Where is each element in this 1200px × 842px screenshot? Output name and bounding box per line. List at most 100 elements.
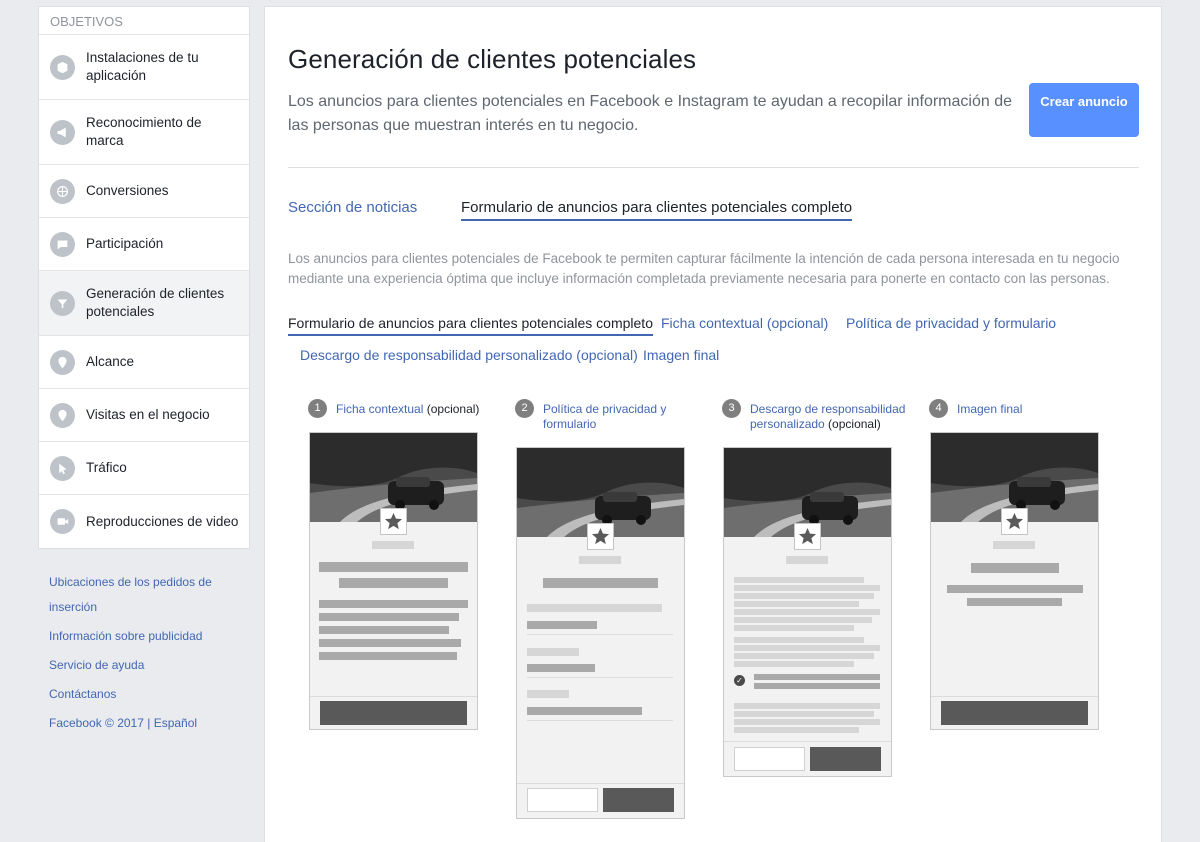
placeholder-line (319, 652, 457, 660)
cancel-button-placeholder (734, 747, 805, 771)
placeholder-line (734, 661, 854, 667)
cursor-icon (50, 455, 75, 481)
placeholder-line (734, 601, 859, 607)
step-number: 4 (929, 399, 948, 418)
divider (517, 783, 684, 784)
video-camera-icon (50, 509, 75, 534)
location-icon (50, 349, 75, 375)
step-label: Descargo de responsabilidad personalizad… (750, 402, 910, 432)
page-avatar (380, 508, 407, 535)
placeholder-line (734, 719, 880, 725)
subtab-full-form[interactable]: Formulario de anuncios para clientes pot… (288, 315, 653, 336)
placeholder-line (993, 541, 1035, 549)
phone-preview-disclaimer: ✓ (723, 447, 892, 777)
footer-links: Ubicaciones de los pedidos de inserción … (49, 570, 239, 740)
sidebar-item-video-views[interactable]: Reproducciones de video (39, 495, 249, 548)
placeholder-line (527, 664, 595, 672)
sidebar-item-traffic[interactable]: Tráfico (39, 442, 249, 495)
tab-news-feed[interactable]: Sección de noticias (288, 199, 417, 219)
sidebar-item-brand-awareness[interactable]: Reconocimiento de marca (39, 100, 249, 165)
placeholder-line (319, 639, 461, 647)
placeholder-line (971, 563, 1059, 573)
step-number: 2 (515, 399, 534, 418)
footer-link-insertion-orders[interactable]: Ubicaciones de los pedidos de inserción (49, 570, 239, 620)
placeholder-line (947, 585, 1083, 593)
placeholder-line (319, 562, 468, 572)
sidebar-item-label: Tráfico (86, 460, 127, 475)
divider (527, 720, 673, 721)
placeholder-line (319, 613, 459, 621)
footer-link-help-center[interactable]: Servicio de ayuda (49, 653, 239, 678)
sidebar-item-label: Visitas en el negocio (86, 407, 210, 422)
placeholder-line (734, 593, 874, 599)
step-link-privacy-form[interactable]: Política de privacidad y formulario (543, 402, 666, 431)
phone-preview-context-card (309, 432, 478, 730)
sidebar-item-reach[interactable]: Alcance (39, 336, 249, 389)
funnel-icon (50, 290, 75, 316)
submit-button-placeholder (810, 747, 881, 771)
placeholder-line (543, 578, 658, 588)
cta-button-placeholder (320, 701, 467, 725)
placeholder-line (579, 556, 621, 564)
footer-link-contact[interactable]: Contáctanos (49, 682, 239, 707)
chat-icon (50, 231, 75, 257)
placeholder-line (734, 625, 854, 631)
sidebar-header: OBJETIVOS (39, 7, 249, 35)
step-number: 3 (722, 399, 741, 418)
divider (527, 677, 673, 678)
placeholder-line (734, 727, 859, 733)
placeholder-line (319, 626, 449, 634)
page-avatar (587, 523, 614, 550)
placeholder-line (527, 604, 662, 612)
create-ad-button[interactable]: Crear anuncio (1029, 83, 1139, 137)
step-label: Imagen final (957, 402, 1097, 417)
divider (288, 167, 1139, 168)
step-number: 1 (308, 399, 327, 418)
step-suffix: (opcional) (423, 402, 480, 416)
step-label: Política de privacidad y formulario (543, 402, 683, 432)
tab-full-lead-form[interactable]: Formulario de anuncios para clientes pot… (461, 199, 853, 221)
placeholder-line (527, 621, 597, 629)
sidebar-item-store-visits[interactable]: Visitas en el negocio (39, 389, 249, 442)
footer-copyright: Facebook © 2017 | (49, 716, 151, 730)
main-content: Generación de clientes potenciales Los a… (264, 6, 1162, 842)
sidebar-item-app-installs[interactable]: Instalaciones de tu aplicación (39, 35, 249, 100)
sidebar-item-lead-generation[interactable]: Generación de clientes potenciales (39, 271, 249, 336)
sidebar-item-label: Participación (86, 236, 164, 251)
placeholder-line (734, 711, 874, 717)
subtab-context-card[interactable]: Ficha contextual (opcional) (661, 315, 828, 334)
placeholder-line (527, 690, 569, 698)
sidebar-item-label: Generación de clientes potenciales (86, 286, 225, 319)
footer-link-advertising-info[interactable]: Información sobre publicidad (49, 624, 239, 649)
page-avatar (1001, 508, 1028, 535)
placeholder-line (734, 703, 880, 709)
star-icon (591, 527, 610, 545)
placeholder-line (734, 653, 874, 659)
checkmark-icon: ✓ (734, 675, 745, 686)
sidebar-item-label: Instalaciones de tu aplicación (86, 50, 199, 83)
subtab-privacy-form[interactable]: Política de privacidad y formulario (846, 315, 1056, 334)
phone-preview-final-image (930, 432, 1099, 730)
subtab-custom-disclaimer[interactable]: Descargo de responsabilidad personalizad… (300, 347, 638, 366)
star-icon (798, 527, 817, 545)
page-subtitle: Los anuncios para clientes potenciales e… (288, 93, 1012, 134)
objectives-sidebar: OBJETIVOS Instalaciones de tu aplicación… (38, 6, 250, 549)
placeholder-line (527, 648, 579, 656)
step-link-context-card[interactable]: Ficha contextual (336, 402, 423, 416)
globe-icon (50, 178, 75, 204)
subtab-final-image[interactable]: Imagen final (643, 347, 719, 366)
placeholder-line (734, 637, 864, 643)
divider (724, 741, 891, 742)
footer-language-link[interactable]: Español (154, 716, 197, 730)
phone-preview-privacy-form (516, 447, 685, 819)
placeholder-line (754, 674, 880, 680)
store-pin-icon (50, 402, 75, 428)
page-title: Generación de clientes potenciales (288, 44, 697, 74)
placeholder-line (339, 578, 448, 588)
sidebar-item-label: Alcance (86, 354, 135, 369)
cta-button-placeholder (941, 701, 1088, 725)
submit-button-placeholder (603, 788, 674, 812)
sidebar-item-conversions[interactable]: Conversiones (39, 165, 249, 218)
sidebar-item-engagement[interactable]: Participación (39, 218, 249, 271)
step-link-final-image[interactable]: Imagen final (957, 402, 1022, 416)
